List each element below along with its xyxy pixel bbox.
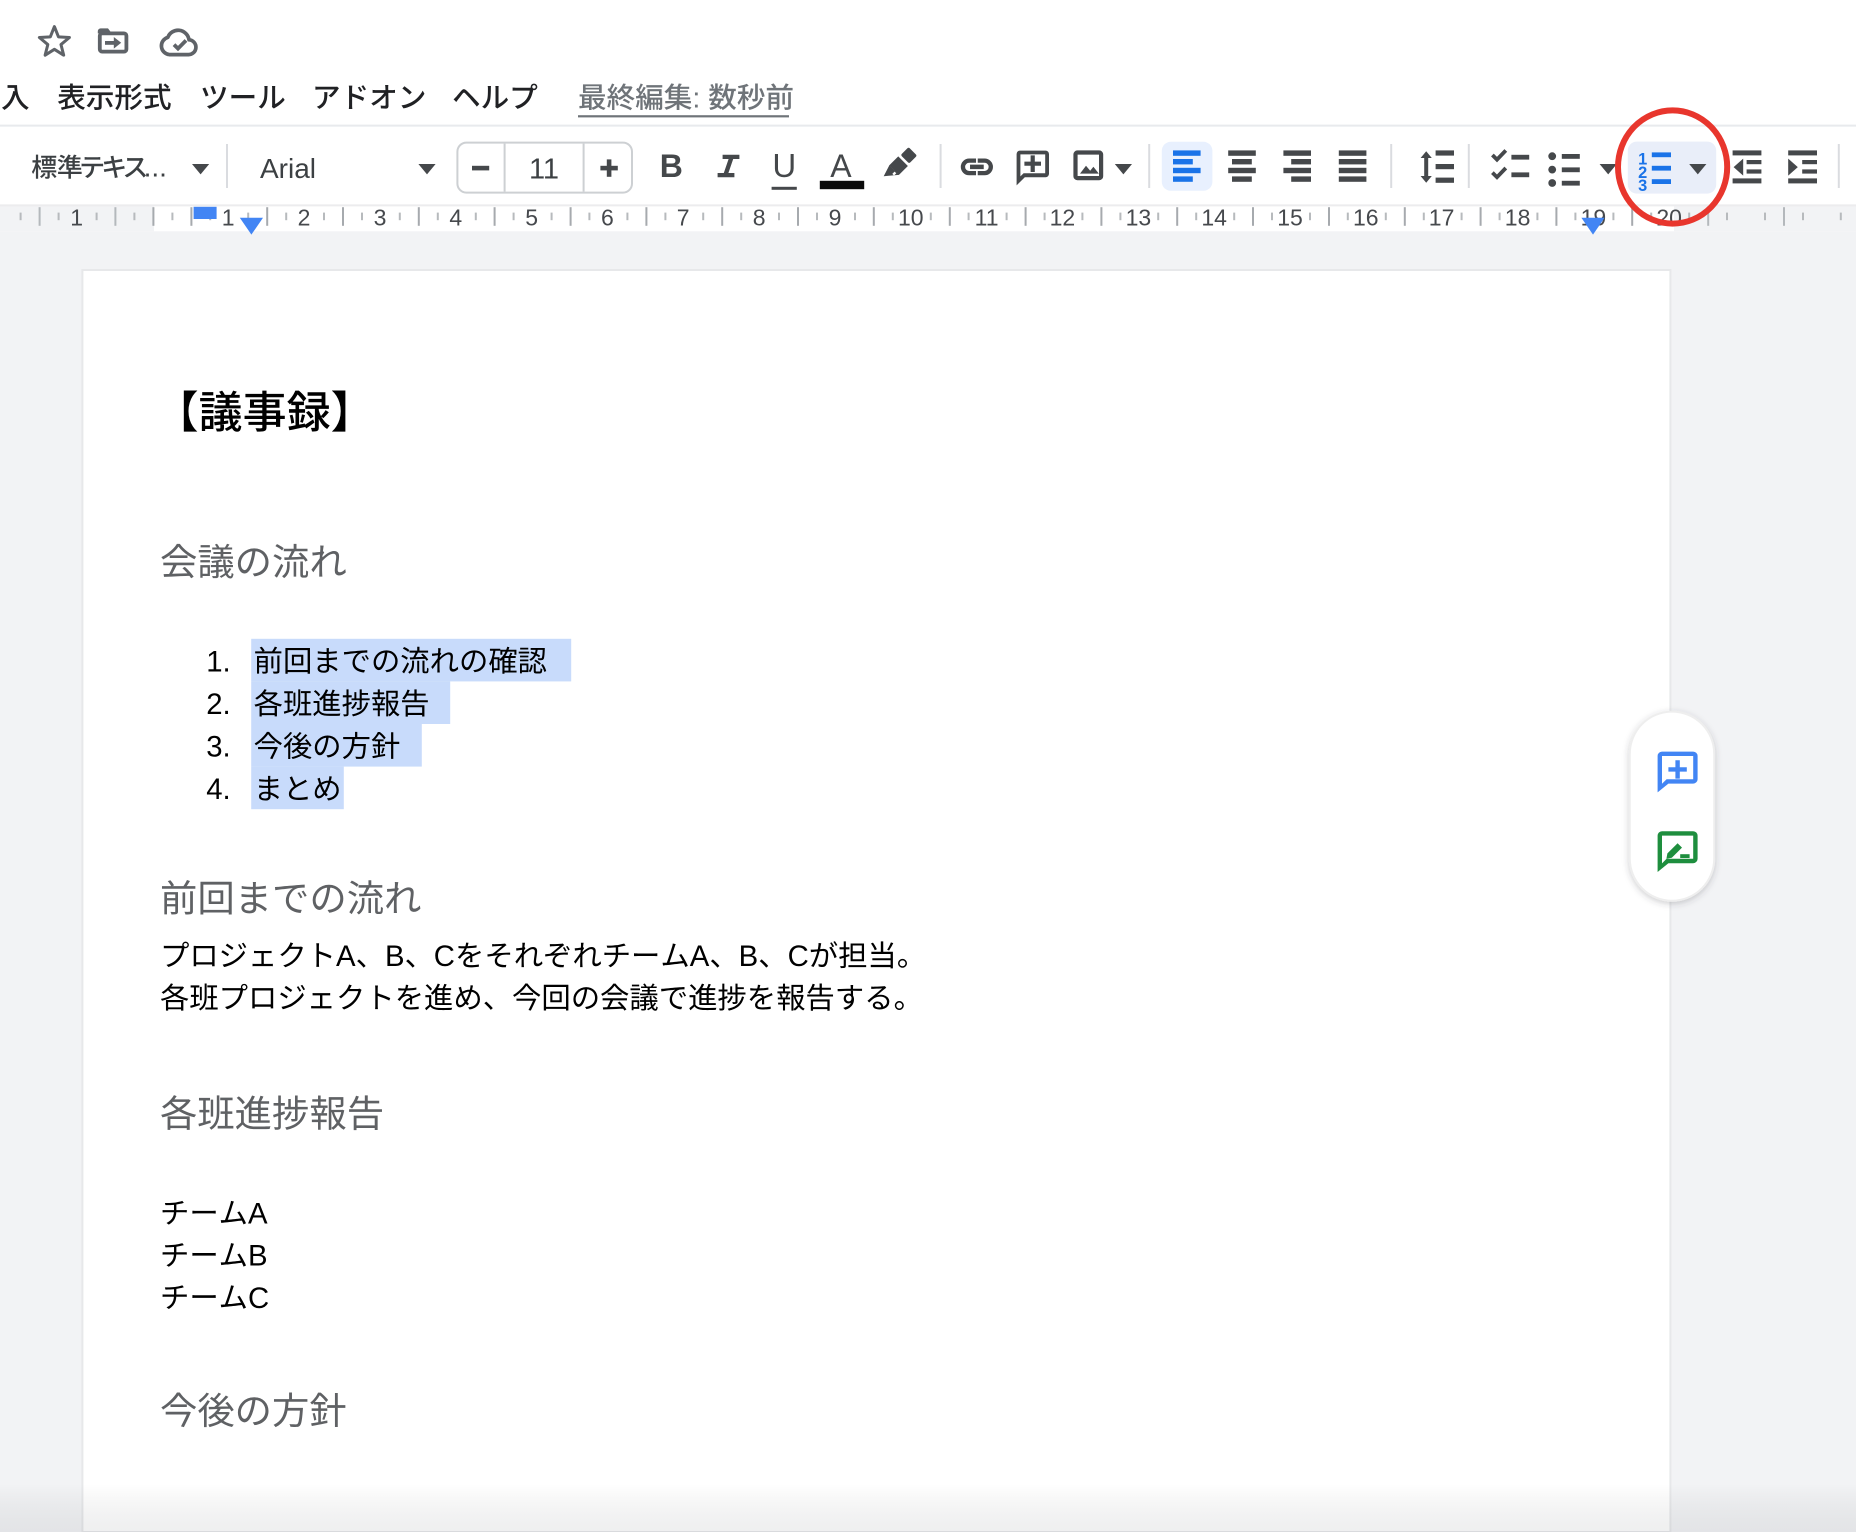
- svg-text:16: 16: [1353, 204, 1379, 230]
- svg-text:15: 15: [1277, 204, 1303, 230]
- svg-text:11: 11: [529, 154, 559, 186]
- svg-text:A: A: [690, 940, 710, 973]
- svg-text:B: B: [248, 1240, 268, 1273]
- svg-text:1: 1: [222, 204, 235, 230]
- svg-text:2: 2: [298, 204, 311, 230]
- svg-text:C: C: [248, 1282, 269, 1315]
- svg-text:Arial: Arial: [260, 153, 316, 184]
- svg-text:B: B: [385, 940, 405, 973]
- svg-text:B: B: [660, 148, 683, 184]
- svg-text:9: 9: [829, 204, 842, 230]
- svg-text:C: C: [788, 940, 809, 973]
- svg-text:13: 13: [1126, 204, 1152, 230]
- svg-text:11: 11: [975, 204, 999, 230]
- svg-text:1.: 1.: [206, 645, 230, 678]
- svg-text:1: 1: [70, 204, 83, 230]
- svg-text:10: 10: [898, 204, 924, 230]
- svg-text:8: 8: [753, 204, 766, 230]
- svg-text:C: C: [434, 940, 455, 973]
- svg-text:6: 6: [601, 204, 614, 230]
- svg-text:A: A: [248, 1197, 268, 1230]
- svg-text:B: B: [739, 940, 759, 973]
- svg-text:14: 14: [1201, 204, 1227, 230]
- svg-text:3.: 3.: [206, 731, 230, 764]
- svg-text:4.: 4.: [206, 773, 230, 806]
- svg-text:18: 18: [1505, 204, 1531, 230]
- svg-text:3: 3: [374, 204, 387, 230]
- svg-text:5: 5: [525, 204, 538, 230]
- svg-text:...: ...: [144, 152, 167, 183]
- svg-text:A: A: [336, 940, 356, 973]
- svg-text:A: A: [830, 148, 852, 184]
- svg-text:17: 17: [1429, 204, 1455, 230]
- svg-text:12: 12: [1050, 204, 1076, 230]
- svg-text:2.: 2.: [206, 688, 230, 721]
- svg-text:U: U: [772, 147, 796, 184]
- svg-text:7: 7: [677, 204, 690, 230]
- svg-text:3: 3: [1638, 177, 1647, 195]
- svg-text:4: 4: [449, 204, 462, 230]
- svg-text::: :: [692, 83, 700, 115]
